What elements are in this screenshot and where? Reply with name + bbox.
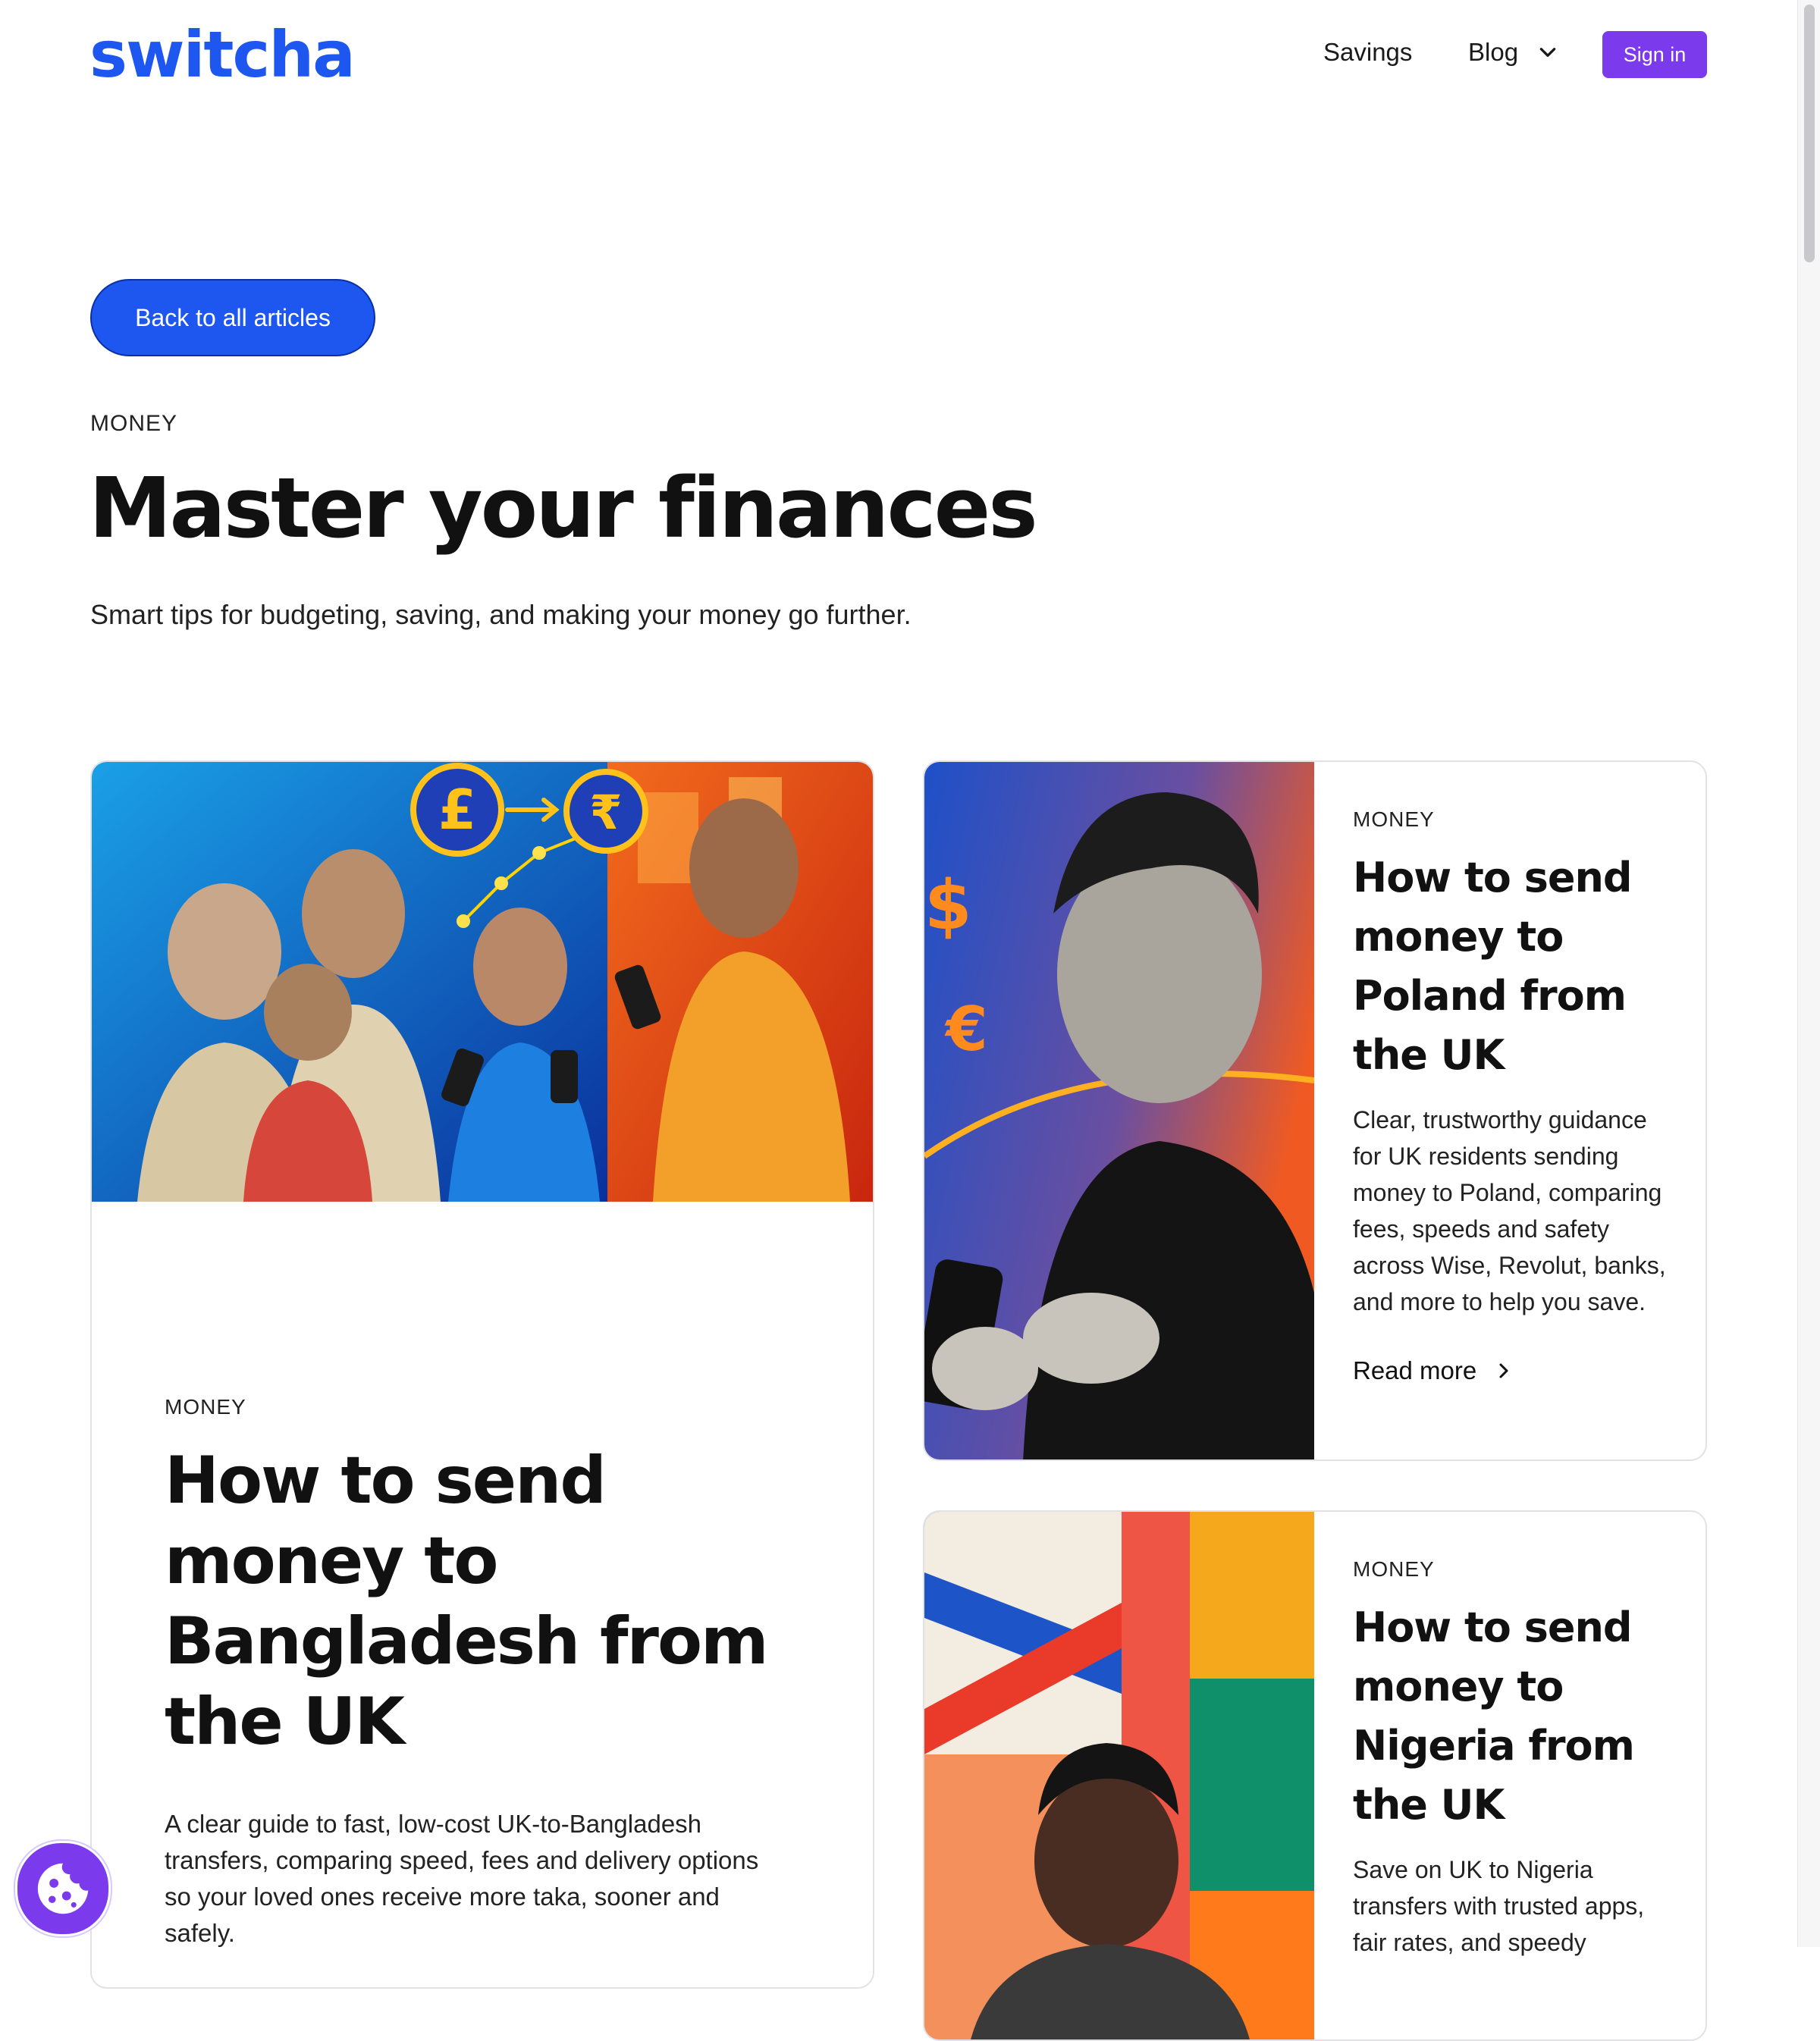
article-image-poland: $ € bbox=[924, 762, 1314, 1459]
article-image-bangladesh: £ ₹ bbox=[92, 762, 873, 1202]
article-description: A clear guide to fast, low-cost UK-to-Ba… bbox=[165, 1810, 759, 1947]
chevron-right-icon bbox=[1499, 1363, 1508, 1378]
pound-coin-icon: £ bbox=[410, 763, 504, 857]
article-title[interactable]: How to send money to Poland from the UK bbox=[1353, 848, 1679, 1085]
page-subtitle: Smart tips for budgeting, saving, and ma… bbox=[90, 599, 912, 630]
euro-symbol: € bbox=[944, 994, 988, 1064]
article-category: MONEY bbox=[165, 1395, 246, 1419]
article-title[interactable]: How to send money to Nigeria from the UK bbox=[1353, 1598, 1679, 1835]
cookie-settings-button[interactable] bbox=[15, 1841, 111, 1936]
taka-symbol: ₹ bbox=[589, 785, 622, 840]
read-more-label: Read more bbox=[1353, 1356, 1477, 1384]
dollar-symbol: $ bbox=[924, 866, 972, 945]
switcha-logo[interactable]: switcha bbox=[89, 23, 356, 86]
nav-savings-link[interactable]: Savings bbox=[1323, 38, 1412, 67]
pound-symbol: £ bbox=[438, 778, 476, 842]
chevron-down-icon bbox=[1539, 48, 1556, 57]
article-description: Save on UK to Nigeria transfers with tru… bbox=[1353, 1856, 1645, 1956]
read-more-link[interactable]: Read more bbox=[1353, 1356, 1679, 1385]
nav-blog-dropdown[interactable]: Blog bbox=[1468, 38, 1558, 67]
article-category: MONEY bbox=[1353, 1557, 1435, 1581]
article-card-bangladesh[interactable]: £ ₹ MONEY How to send money to Banglades… bbox=[90, 760, 874, 1989]
article-category: MONEY bbox=[1353, 807, 1435, 831]
page-title: Master your finances bbox=[89, 459, 1038, 556]
cookie-icon bbox=[37, 1863, 89, 1914]
rupee-coin-icon: ₹ bbox=[563, 769, 648, 854]
article-title[interactable]: How to send money to Bangladesh from the… bbox=[165, 1441, 802, 1762]
category-eyebrow: MONEY bbox=[90, 411, 178, 436]
back-to-articles-button[interactable]: Back to all articles bbox=[90, 279, 375, 356]
sign-in-button[interactable]: Sign in bbox=[1602, 31, 1707, 78]
article-card-nigeria[interactable]: MONEY How to send money to Nigeria from … bbox=[923, 1510, 1707, 2041]
article-description: Clear, trustworthy guidance for UK resid… bbox=[1353, 1106, 1666, 1315]
scrollbar-thumb[interactable] bbox=[1804, 5, 1815, 262]
scrollbar[interactable] bbox=[1797, 0, 1820, 1947]
nav-blog-label: Blog bbox=[1468, 38, 1519, 66]
article-card-poland[interactable]: $ € MONEY How to send money to Poland fr… bbox=[923, 760, 1707, 1461]
article-image-nigeria bbox=[924, 1512, 1314, 2039]
